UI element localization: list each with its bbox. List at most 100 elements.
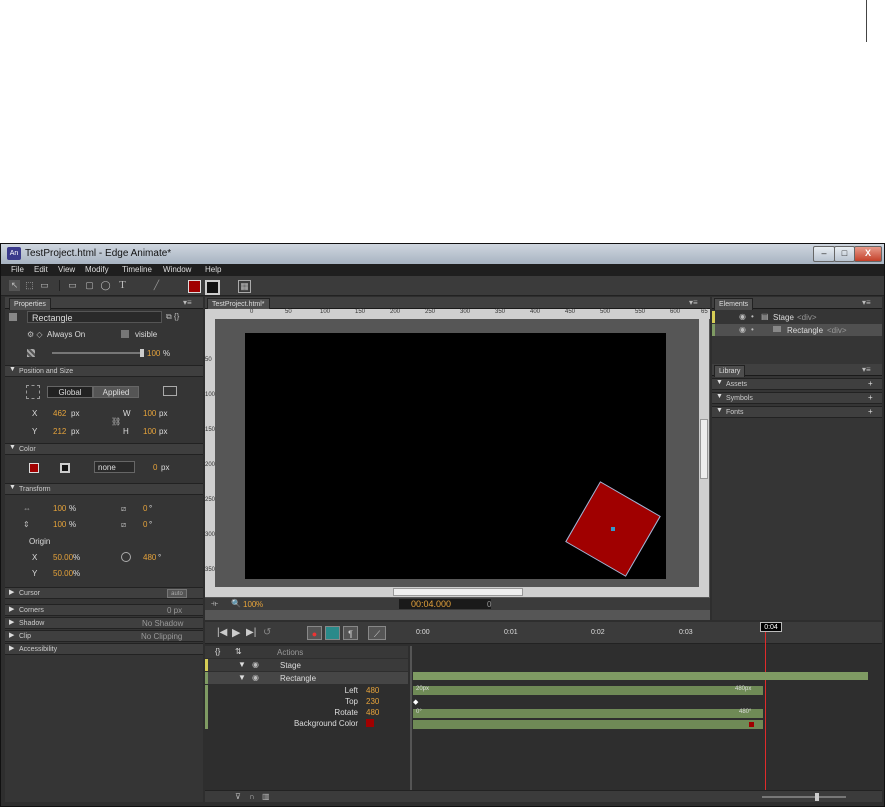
prop-value-rotate[interactable]: 480 <box>366 708 379 717</box>
menu-help[interactable]: Help <box>205 265 221 274</box>
transform-origin-handle[interactable] <box>611 527 615 531</box>
border-color-swatch[interactable] <box>205 280 220 295</box>
horizontal-scroll-thumb[interactable] <box>393 588 523 596</box>
cursor-button[interactable]: auto <box>167 589 187 598</box>
prop-value-top[interactable]: 230 <box>366 697 379 706</box>
bgcolor-transition-bar[interactable] <box>413 720 763 729</box>
rotate-value[interactable]: 480 <box>143 553 156 562</box>
go-to-start-icon[interactable]: |◀ <box>217 627 227 638</box>
menu-window[interactable]: Window <box>163 265 191 274</box>
fill-color-swatch[interactable] <box>188 280 201 293</box>
tab-properties[interactable]: Properties <box>9 298 51 310</box>
w-value[interactable]: 100 <box>143 409 156 418</box>
applied-button[interactable]: Applied <box>93 386 139 398</box>
panel-menu-icon[interactable]: ▾≡ <box>689 298 698 307</box>
menu-modify[interactable]: Modify <box>85 265 109 274</box>
eye-icon[interactable]: ◉ <box>252 673 259 682</box>
auto-keyframe-icon[interactable]: ● <box>307 626 322 640</box>
time-ruler[interactable]: 0:00 0:01 0:02 0:03 <box>416 625 882 641</box>
loop-icon[interactable]: ↺ <box>263 627 271 638</box>
opacity-value[interactable]: 100 <box>147 349 160 358</box>
lock-icon[interactable]: • <box>751 325 754 334</box>
maximize-button[interactable]: □ <box>834 246 855 262</box>
section-transform[interactable]: Transform <box>5 483 203 495</box>
playhead-line[interactable] <box>765 632 766 802</box>
vertical-scrollbar[interactable] <box>699 319 709 597</box>
go-to-end-icon[interactable]: ▶| <box>246 627 256 638</box>
panel-menu-icon[interactable]: ▾≡ <box>862 298 871 307</box>
opacity-slider[interactable] <box>52 352 142 354</box>
grid-icon[interactable]: ▥ <box>262 792 270 801</box>
add-font-icon[interactable]: + <box>868 407 873 416</box>
border-width-value[interactable]: 0 <box>153 463 157 472</box>
timeline-stage-row[interactable]: ▼ ◉ Stage <box>205 659 408 671</box>
link-size-icon[interactable]: ⛓ <box>111 417 121 426</box>
rectangle-tool-icon[interactable]: ▭ <box>67 280 78 291</box>
library-assets[interactable]: Assets <box>712 378 882 390</box>
menu-edit[interactable]: Edit <box>34 265 48 274</box>
prop-row-rotate[interactable]: Rotate 480 <box>205 707 408 718</box>
braces-icon[interactable]: {} <box>215 647 220 656</box>
display-dropdown[interactable]: Always On <box>47 330 85 339</box>
stage-canvas[interactable] <box>245 333 666 579</box>
eye-icon[interactable]: ◉ <box>739 312 746 321</box>
rounded-rect-tool-icon[interactable]: ▢ <box>84 280 95 291</box>
panel-menu-icon[interactable]: ▾≡ <box>862 365 871 374</box>
clipping-tool-icon[interactable]: ▭ <box>39 280 50 291</box>
close-button[interactable]: X <box>854 246 882 262</box>
zoom-value[interactable]: 100 <box>243 600 256 609</box>
x-value[interactable]: 462 <box>53 409 66 418</box>
rotate-transition-bar[interactable]: 0° 480° <box>413 709 763 718</box>
grid-toggle-icon[interactable]: ▦ <box>238 280 251 293</box>
library-symbols[interactable]: Symbols <box>712 392 882 404</box>
snap-icon[interactable]: ∩ <box>249 792 255 801</box>
horizontal-scrollbar[interactable] <box>215 587 699 597</box>
origin-x-value[interactable]: 50.00 <box>53 553 73 562</box>
elements-row-rectangle[interactable]: ◉ • Rectangle <div> <box>712 324 882 336</box>
visibility-dropdown[interactable]: visible <box>135 330 157 339</box>
menu-timeline[interactable]: Timeline <box>122 265 152 274</box>
vertical-scroll-thumb[interactable] <box>700 419 708 479</box>
code-braces-icon[interactable]: ⧉ {} <box>166 312 179 322</box>
element-name-input[interactable]: Rectangle <box>27 311 162 323</box>
position-options-icon[interactable] <box>163 386 177 396</box>
left-transition-bar[interactable]: 20px 480px <box>413 686 763 695</box>
scale-y-value[interactable]: 100 <box>53 520 66 529</box>
minimize-button[interactable]: – <box>813 246 835 262</box>
opacity-slider-handle[interactable] <box>140 349 144 357</box>
play-icon[interactable]: ▶ <box>232 626 240 639</box>
zoom-icon[interactable]: 🔍 <box>231 599 241 608</box>
top-keyframe-icon[interactable]: ◆ <box>413 698 421 706</box>
section-accessibility[interactable]: Accessibility <box>5 643 203 655</box>
prop-row-left[interactable]: Left 480 <box>205 685 408 696</box>
collapse-rectangle-icon[interactable]: ▼ <box>238 673 246 682</box>
zoom-slider-handle[interactable] <box>815 793 819 801</box>
filter-icon[interactable]: ⇅ <box>235 647 242 656</box>
timeline-splitter[interactable] <box>410 646 412 802</box>
tab-elements[interactable]: Elements <box>714 298 754 310</box>
select-tool-icon[interactable]: ↖ <box>9 280 20 291</box>
text-tool-icon[interactable]: T <box>117 280 128 291</box>
section-position-size[interactable]: Position and Size <box>5 365 203 377</box>
skew-x-value[interactable]: 0 <box>143 504 147 513</box>
stage-options-icon[interactable]: ⟛ <box>211 599 218 609</box>
rotate-dial-icon[interactable] <box>121 552 131 562</box>
timeline-rectangle-row[interactable]: ▼ ◉ Rectangle <box>205 672 408 684</box>
elements-row-stage[interactable]: ◉ • ▤ Stage <div> <box>712 311 882 323</box>
eye-icon[interactable]: ◉ <box>252 660 259 669</box>
playhead-label[interactable]: 0:04 <box>760 622 782 632</box>
global-button[interactable]: Global <box>47 386 93 398</box>
lock-icon[interactable]: • <box>751 312 754 321</box>
collapse-stage-icon[interactable]: ▼ <box>238 660 246 669</box>
border-style-dropdown[interactable]: none <box>94 461 135 473</box>
menu-file[interactable]: File <box>11 265 24 274</box>
add-asset-icon[interactable]: + <box>868 379 873 388</box>
border-color-swatch[interactable] <box>60 463 70 473</box>
tab-library[interactable]: Library <box>714 365 746 377</box>
current-time[interactable]: 00:04.000 <box>411 599 451 609</box>
prop-value-left[interactable]: 480 <box>366 686 379 695</box>
background-color-swatch[interactable] <box>29 463 39 473</box>
library-fonts[interactable]: Fonts <box>712 406 882 418</box>
rectangle-element[interactable] <box>565 481 661 577</box>
h-value[interactable]: 100 <box>143 427 156 436</box>
